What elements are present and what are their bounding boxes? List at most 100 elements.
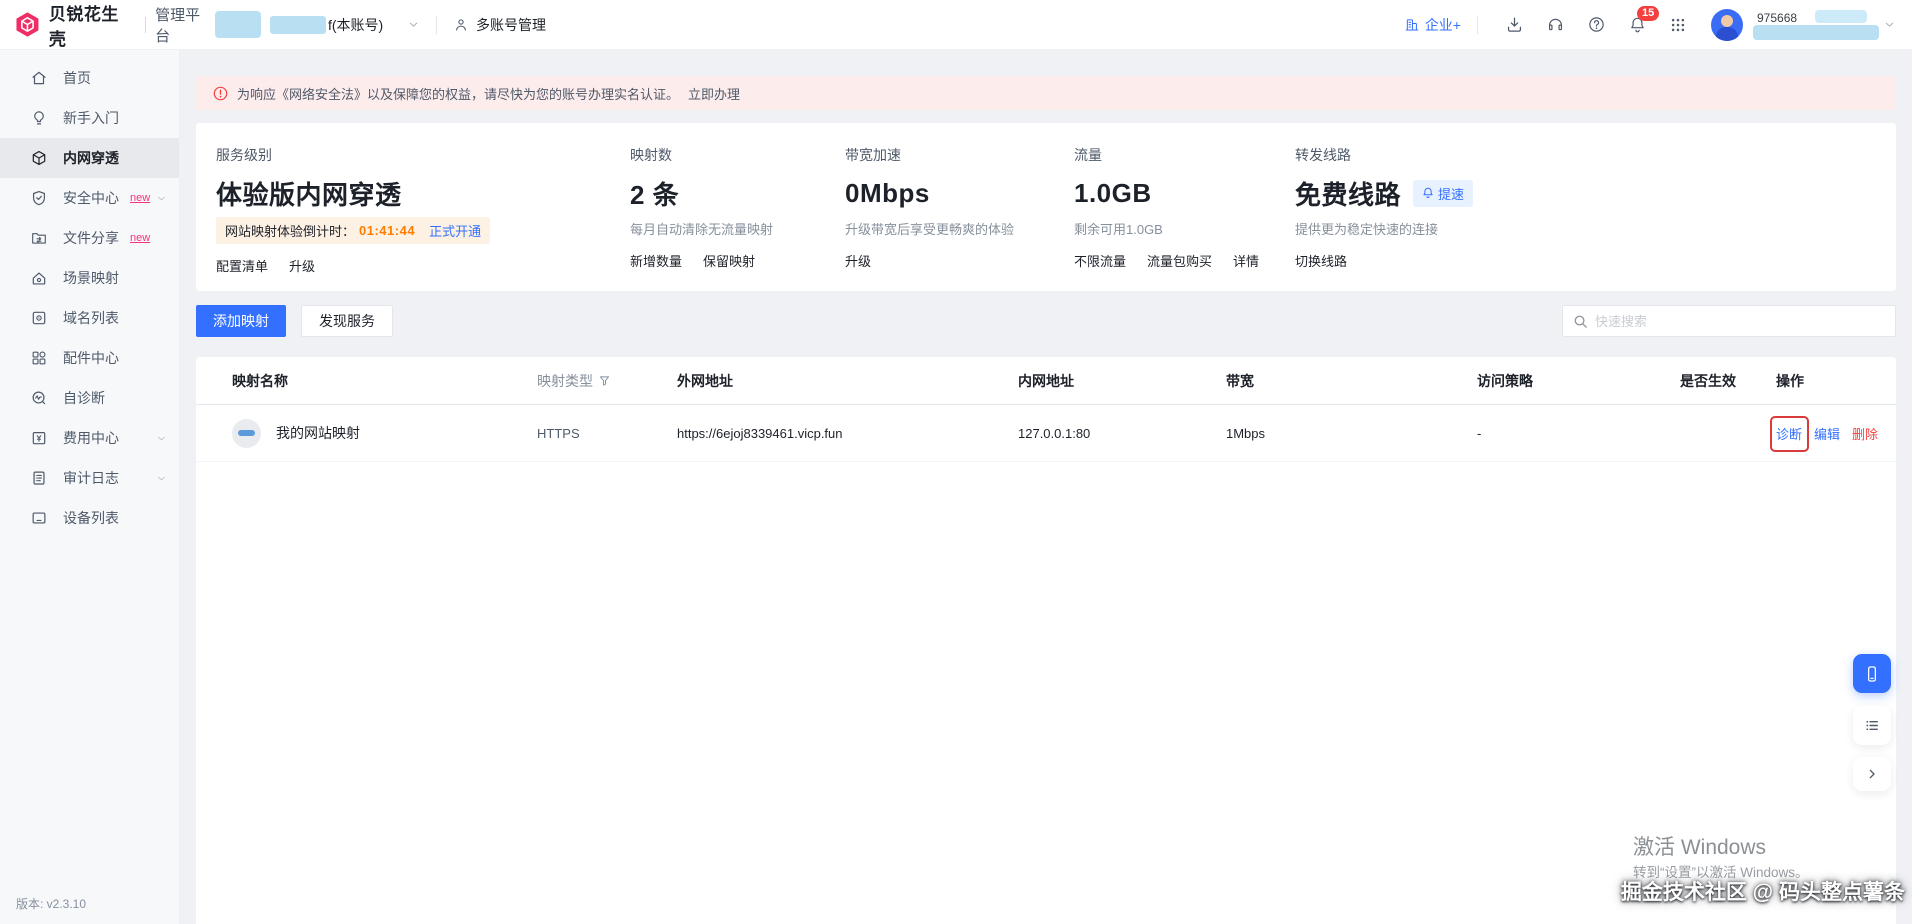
traffic-detail-link[interactable]: 详情 [1233, 251, 1259, 270]
list-icon [1865, 720, 1878, 731]
chevron-down-icon[interactable] [156, 473, 167, 484]
sidebar-item-label: 内网穿透 [63, 150, 119, 166]
delete-link[interactable]: 删除 [1852, 424, 1878, 443]
bandwidth-desc: 升级带宽后享受更畅爽的体验 [845, 222, 1015, 237]
actions-cell: 诊断 编辑 删除 [1770, 415, 1896, 452]
speed-bell-icon [1423, 187, 1433, 198]
col-header-type[interactable]: 映射类型 [537, 371, 677, 391]
col-header-actions: 操作 [1776, 372, 1804, 389]
internal-address-cell: 127.0.0.1:80 [1018, 425, 1091, 441]
sidebar-item-billing-center[interactable]: 费用中心 [0, 418, 179, 458]
new-badge: new [130, 232, 151, 244]
sidebar-item-label: 设备列表 [63, 510, 119, 526]
sidebar-item-security-center[interactable]: 安全中心 new [0, 178, 179, 218]
config-list-link[interactable]: 配置清单 [216, 256, 268, 275]
route-value: 免费线路 [1295, 179, 1402, 210]
search-input[interactable] [1595, 313, 1885, 329]
username-censor-block [1815, 9, 1867, 23]
service-level-value: 体验版内网穿透 [216, 179, 402, 210]
help-icon[interactable] [1587, 15, 1606, 34]
add-quantity-link[interactable]: 新增数量 [630, 251, 682, 270]
col-header-external: 外网地址 [677, 372, 733, 389]
chevron-down-icon[interactable] [156, 433, 167, 444]
username-partial: 975668 [1757, 10, 1798, 25]
sidebar-item-file-share[interactable]: 文件分享 new [0, 218, 179, 258]
topbar-right: 企业+ 15 975668 [1404, 6, 1912, 43]
overview-label: 带宽加速 [845, 147, 901, 163]
brand-product: 管理平台 [155, 6, 201, 45]
sidebar-item-getting-started[interactable]: 新手入门 [0, 98, 179, 138]
account-selector[interactable]: f(本账号) [215, 11, 420, 38]
sidebar-item-label: 场景映射 [63, 270, 119, 286]
notifications-bell-icon[interactable]: 15 [1628, 6, 1660, 34]
version-label: 版本: v2.3.10 [16, 897, 87, 911]
download-icon[interactable] [1505, 15, 1524, 34]
username-censored[interactable]: 975668 [1753, 7, 1883, 43]
upgrade-link[interactable]: 升级 [289, 256, 315, 275]
col-header-bandwidth: 带宽 [1226, 372, 1254, 389]
sidebar-item-label: 费用中心 [63, 430, 119, 446]
account-label: f(本账号) [328, 16, 384, 33]
realname-alert-banner: 为响应《网络安全法》以及保障您的权益，请尽快为您的账号办理实名认证。 立即办理 [196, 76, 1896, 110]
sidebar-item-home[interactable]: 首页 [0, 58, 179, 98]
main-content: 为响应《网络安全法》以及保障您的权益，请尽快为您的账号办理实名认证。 立即办理 … [180, 50, 1912, 924]
sidebar: 首页 新手入门 内网穿透 安全中心 new 文件分享 new 场景映射 域名列表 [0, 50, 180, 924]
account-chevron-down-icon[interactable] [407, 18, 420, 31]
audit-log-icon [33, 471, 45, 485]
sidebar-item-label: 配件中心 [63, 350, 119, 366]
overview-mapping-count: 映射数 2 条 每月自动清除无流量映射 新增数量 保留映射 [630, 145, 845, 291]
windows-activate-watermark: 激活 Windows [1633, 836, 1767, 859]
speed-up-badge[interactable]: 提速 [1413, 179, 1474, 207]
sidebar-item-scene-mapping[interactable]: 场景映射 [0, 258, 179, 298]
sidebar-item-domain-list[interactable]: 域名列表 [0, 298, 179, 338]
quick-search-box[interactable] [1562, 305, 1896, 337]
sidebar-item-nat[interactable]: 内网穿透 [0, 138, 179, 178]
sidebar-item-device-list[interactable]: 设备列表 [0, 498, 179, 538]
support-headset-icon[interactable] [1546, 15, 1565, 34]
sidebar-item-label: 自诊断 [63, 390, 105, 406]
person-icon [456, 18, 466, 31]
brand-cube-icon [16, 12, 39, 37]
enterprise-plus-button[interactable]: 企业+ [1404, 15, 1461, 35]
sidebar-item-self-diagnosis[interactable]: 自诊断 [0, 378, 179, 418]
unlimited-traffic-link[interactable]: 不限流量 [1074, 251, 1126, 270]
topbar-divider [436, 15, 437, 34]
alert-action-link[interactable]: 立即办理 [688, 84, 740, 103]
col-header-type-label: 映射类型 [537, 372, 593, 389]
col-header-internal: 内网地址 [1018, 372, 1074, 389]
edit-link[interactable]: 编辑 [1814, 424, 1840, 443]
overview-label: 流量 [1074, 147, 1102, 163]
collapse-fab[interactable] [1853, 757, 1891, 791]
chevron-right-icon [1869, 769, 1875, 779]
diagnose-link[interactable]: 诊断 [1770, 415, 1810, 452]
table-header-row: 映射名称 映射类型 外网地址 内网地址 带宽 访问策略 是否生效 操作 [196, 357, 1896, 405]
mapping-name-cell: 我的网站映射 [232, 418, 537, 448]
building-icon [1405, 18, 1419, 30]
list-fab[interactable] [1853, 706, 1891, 745]
multi-account-button[interactable]: 多账号管理 [453, 15, 546, 35]
site-favicon [232, 418, 261, 448]
activate-formal-link[interactable]: 正式开通 [429, 221, 481, 240]
filter-funnel-icon[interactable] [598, 374, 611, 387]
alert-text: 为响应《网络安全法》以及保障您的权益，请尽快为您的账号办理实名认证。 [237, 86, 680, 102]
mapping-type-cell: HTTPS [537, 425, 580, 441]
upgrade-bandwidth-link[interactable]: 升级 [845, 251, 871, 270]
traffic-pack-buy-link[interactable]: 流量包购买 [1147, 251, 1212, 270]
switch-route-link[interactable]: 切换线路 [1295, 251, 1347, 270]
sidebar-item-audit-log[interactable]: 审计日志 [0, 458, 179, 498]
overview-route: 转发线路 免费线路 提速 提供更为稳定快速的连接 切换线路 [1295, 145, 1872, 291]
apps-grid-icon[interactable] [1669, 16, 1687, 34]
mobile-app-fab[interactable] [1853, 654, 1891, 693]
mapping-name: 我的网站映射 [276, 425, 360, 441]
add-mapping-button[interactable]: 添加映射 [196, 305, 286, 337]
user-chevron-down-icon[interactable] [1883, 18, 1896, 31]
external-address-cell[interactable]: https://6ejoj8339461.vicp.fun [677, 426, 1018, 441]
avatar[interactable] [1711, 8, 1743, 41]
sidebar-item-addon-center[interactable]: 配件中心 [0, 338, 179, 378]
sidebar-item-label: 审计日志 [63, 470, 119, 486]
sidebar-item-label: 域名列表 [63, 310, 119, 326]
chevron-down-icon[interactable] [156, 193, 167, 204]
app-root: 贝锐花生壳 管理平台 f(本账号) 多账号管理 企业+ 15 975668 首页… [0, 0, 1912, 924]
retain-mapping-link[interactable]: 保留映射 [703, 251, 755, 270]
discover-services-button[interactable]: 发现服务 [301, 305, 393, 337]
